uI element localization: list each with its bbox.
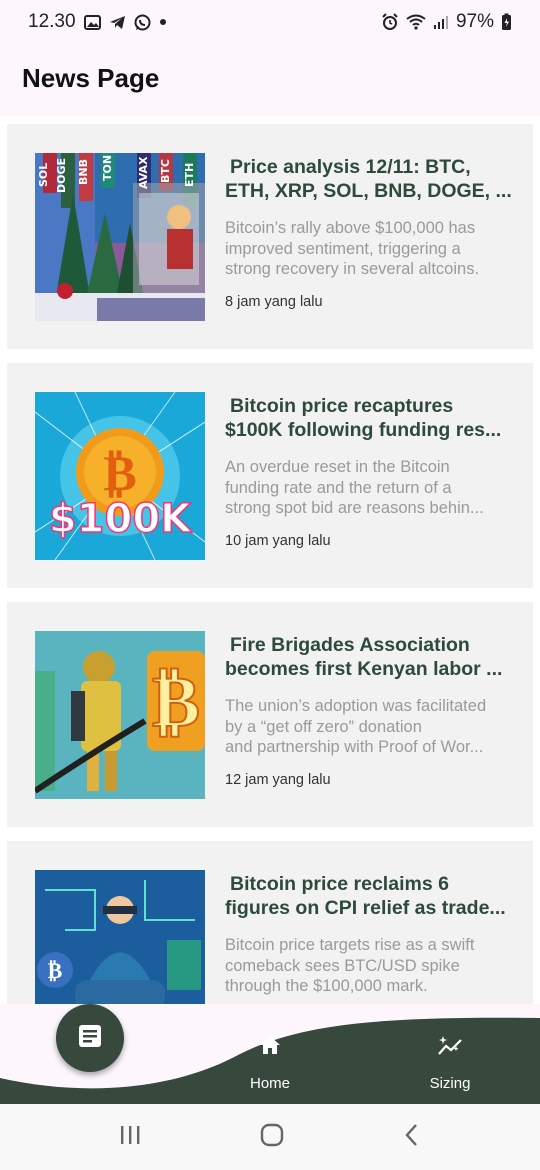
news-title[interactable]: Bitcoin price reclaims 6 figures on CPI …: [225, 872, 515, 920]
gallery-notification-icon: [83, 14, 101, 30]
back-button[interactable]: [402, 1122, 422, 1153]
ticker-label: TON: [101, 155, 114, 181]
article-icon: [77, 1023, 103, 1054]
news-summary-line: and partnership with Proof of Wor...: [225, 738, 484, 756]
system-navigation-bar: [0, 1104, 540, 1170]
whatsapp-notification-icon: [134, 14, 151, 31]
news-timestamp: 12 jam yang lalu: [225, 772, 331, 788]
nav-item-sizing[interactable]: Sizing: [390, 1034, 510, 1092]
news-summary-line: funding rate and the return of a: [225, 478, 452, 497]
news-feed-list[interactable]: SOL DOGE BNB TON AVAX BTC ETH Price anal…: [0, 116, 540, 1004]
status-time: 12.30: [28, 11, 76, 32]
telegram-notification-icon: [109, 15, 126, 30]
news-summary-line: The union’s adoption was facilitated: [225, 697, 487, 715]
svg-text:₿: ₿: [48, 959, 63, 984]
news-summary: Bitcoin price targets rise as a swift co…: [225, 935, 515, 997]
article-fab-button[interactable]: [56, 1004, 124, 1072]
recent-apps-button[interactable]: [118, 1123, 142, 1152]
signal-icon: [433, 15, 449, 30]
home-icon: [259, 1034, 281, 1061]
nav-item-home[interactable]: Home: [210, 1034, 330, 1092]
news-summary-line: comeback sees BTC/USD spike: [225, 956, 460, 975]
news-summary-line: improved sentiment, triggering a: [225, 239, 461, 258]
svg-text:₿: ₿: [103, 444, 136, 502]
status-bar: 12.30 97%: [0, 0, 540, 44]
wifi-icon: [406, 14, 426, 30]
news-title[interactable]: Bitcoin price recaptures $100K following…: [225, 394, 515, 442]
home-button[interactable]: [259, 1122, 285, 1153]
image-price-label: $100K: [49, 496, 193, 542]
ticker-label: BTC: [159, 159, 172, 183]
news-title-line: figures on CPI relief as trade...: [225, 897, 506, 919]
news-thumbnail: ₿: [35, 870, 205, 1004]
news-title-line: $100K following funding res...: [225, 419, 502, 441]
news-title-line: Fire Brigades Association: [230, 634, 470, 656]
ticker-label: AVAX: [137, 156, 150, 189]
news-title-line: Price analysis 12/11: BTC,: [230, 156, 471, 178]
news-timestamp: 8 jam yang lalu: [225, 294, 323, 310]
news-card[interactable]: ₿ Fire Brigades Association becomes firs…: [7, 602, 533, 827]
page-title: News Page: [22, 63, 160, 93]
nav-item-label: Home: [249, 1075, 290, 1092]
news-title-line: becomes first Kenyan labor ...: [225, 658, 503, 680]
bottom-navigation-bar: Home Sizing: [0, 1004, 540, 1104]
app-bar: News Page: [0, 44, 540, 116]
news-title-line: ETH, XRP, SOL, BNB, DOGE, ...: [225, 180, 512, 202]
news-summary-line: Bitcoin price targets rise as a swift: [225, 936, 475, 954]
battery-percentage: 97%: [455, 11, 494, 32]
news-summary: The union’s adoption was facilitated by …: [225, 696, 515, 758]
news-title-line: Bitcoin price reclaims 6: [230, 873, 449, 895]
nav-item-label: Sizing: [429, 1075, 471, 1092]
battery-charging-icon: [501, 13, 512, 31]
news-summary-line: An overdue reset in the Bitcoin: [225, 458, 450, 476]
news-summary-line: through the $100,000 mark.: [225, 977, 428, 995]
news-thumbnail: ₿: [35, 631, 205, 799]
ticker-label: ETH: [183, 163, 196, 187]
more-notifications-dot-icon: [159, 18, 167, 26]
news-summary: Bitcoin’s rally above $100,000 has impro…: [225, 218, 515, 280]
news-summary-line: Bitcoin’s rally above $100,000 has: [225, 219, 476, 237]
news-card[interactable]: ₿ $100K Bitcoin price recaptures $100K f…: [7, 363, 533, 588]
news-card[interactable]: ₿ Bitcoin price reclaims 6 figures on CP…: [7, 841, 533, 1004]
ticker-label: BNB: [77, 159, 90, 185]
news-summary-line: strong recovery in several altcoins.: [225, 260, 480, 278]
ticker-label: DOGE: [55, 158, 68, 193]
news-thumbnail: SOL DOGE BNB TON AVAX BTC ETH: [35, 153, 205, 321]
news-summary-line: by a “get off zero” donation: [225, 717, 422, 736]
news-card[interactable]: SOL DOGE BNB TON AVAX BTC ETH Price anal…: [7, 124, 533, 349]
news-summary: An overdue reset in the Bitcoin funding …: [225, 457, 515, 519]
svg-text:₿: ₿: [152, 659, 200, 743]
alarm-icon: [381, 13, 399, 31]
news-summary-line: strong spot bid are reasons behin...: [225, 499, 484, 517]
news-thumbnail: ₿ $100K: [35, 392, 205, 560]
news-title-line: Bitcoin price recaptures: [230, 395, 454, 417]
news-title[interactable]: Fire Brigades Association becomes first …: [225, 633, 515, 681]
sparkle-chart-icon: [437, 1034, 463, 1061]
news-title[interactable]: Price analysis 12/11: BTC, ETH, XRP, SOL…: [225, 155, 515, 203]
news-timestamp: 10 jam yang lalu: [225, 533, 331, 549]
ticker-label: SOL: [37, 163, 50, 187]
